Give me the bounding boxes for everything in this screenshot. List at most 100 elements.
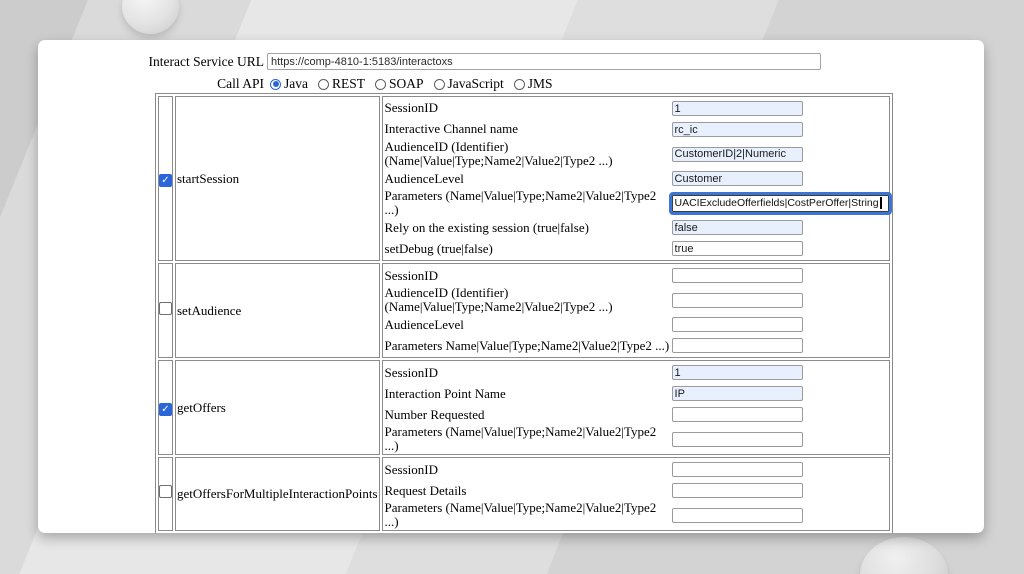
param-label: Number Requested (384, 406, 485, 422)
app-card: Interact Service URL Call API Java REST SO… (38, 40, 984, 533)
method-row: setAudience SessionID AudienceID (Identifi… (158, 263, 890, 359)
param-line: Rely on the existing session (true|false… (385, 217, 889, 238)
sphere-bottom-decoration (860, 537, 948, 574)
method-checkbox-cell (158, 263, 173, 359)
method-row: getOffersForMultipleInteractionPoints Ses… (158, 457, 890, 532)
call-api-row: Call API Java REST SOAP JavaScript JMS (38, 76, 563, 92)
param-label: setDebug (true|false) (384, 240, 493, 256)
param-input[interactable] (671, 122, 803, 137)
api-methods-table: ✓startSessionSessionIDInteractive Channe… (155, 93, 893, 533)
radio-option-soap[interactable]: SOAP (375, 76, 424, 92)
call-api-label: Call API (217, 76, 264, 91)
radio-option-jms[interactable]: JMS (513, 76, 553, 92)
param-line: AudienceID (Identifier) (Name|Value|Type… (385, 286, 889, 314)
param-line: Parameters (Name|Value|Type;Name2|Value2… (384, 188, 892, 218)
param-input[interactable] (671, 171, 803, 187)
method-row: ✓startSessionSessionID Interactive Channe… (158, 96, 892, 262)
sphere-top-decoration (122, 0, 179, 34)
param-line: SessionID (385, 362, 889, 383)
radio-option-javascript[interactable]: JavaScript (433, 76, 504, 92)
param-line: Interaction Point Name (385, 383, 889, 404)
param-input[interactable] (671, 241, 803, 257)
param-input[interactable] (671, 431, 803, 447)
radio-icon (513, 78, 525, 90)
param-input-focused[interactable]: UACIExcludeOfferfields|CostPerOffer|Stri… (668, 191, 892, 215)
radio-label: JavaScript (447, 76, 504, 91)
service-url-input[interactable] (267, 53, 821, 70)
param-label: Parameters (Name|Value|Type;Name2|Value2… (384, 424, 657, 454)
param-label: SessionID (384, 364, 438, 380)
param-line: Request Details (385, 480, 889, 501)
radio-label: REST (332, 76, 366, 91)
param-input[interactable] (671, 317, 803, 333)
param-input[interactable] (671, 365, 803, 381)
method-checkbox[interactable] (159, 485, 172, 499)
method-name: startSession (175, 96, 380, 262)
param-label: Parameters (Name|Value|Type;Name2|Value2… (384, 188, 657, 218)
text-caret-icon (879, 197, 882, 210)
method-params-cell: SessionID Request Details Parameters (Name… (381, 457, 890, 532)
radio-icon (433, 78, 445, 90)
param-line: Number Requested (385, 404, 889, 425)
param-label: AudienceID (Identifier) (Name|Value|Type… (384, 139, 613, 169)
service-url-label: Interact Service URL (148, 53, 264, 69)
param-line: SessionID (385, 459, 889, 480)
radio-label: Java (284, 76, 308, 91)
method-checkbox[interactable]: ✓ (159, 173, 172, 187)
param-input[interactable] (671, 386, 803, 402)
method-checkbox-cell: ✓ (158, 96, 173, 262)
param-line: Interactive Channel name (385, 119, 889, 140)
radio-option-rest[interactable]: REST (318, 76, 365, 92)
radio-label: JMS (527, 76, 553, 91)
param-input[interactable] (671, 338, 803, 354)
method-params-cell: SessionID AudienceID (Identifier) (Name|V… (381, 263, 890, 359)
method-params-cell: SessionID Interaction Point Name Number Re… (381, 360, 890, 456)
param-line: setDebug (true|false) (385, 238, 889, 259)
radio-icon (318, 78, 329, 90)
param-input[interactable] (671, 507, 803, 523)
param-label: Interactive Channel name (384, 121, 519, 137)
param-label: Parameters Name|Value|Type;Name2|Value2|… (384, 337, 670, 353)
param-line: AudienceID (Identifier) (Name|Value|Type… (384, 139, 889, 169)
param-label: AudienceID (Identifier) (Name|Value|Type… (384, 285, 613, 315)
call-api-options: Java REST SOAP JavaScript JMS (270, 76, 563, 92)
service-url-row: Interact Service URL (38, 53, 821, 70)
param-line: AudienceLevel (385, 314, 889, 335)
param-input[interactable] (671, 462, 803, 478)
param-label: SessionID (384, 100, 438, 116)
radio-label: SOAP (389, 76, 424, 91)
method-checkbox[interactable] (159, 301, 172, 315)
radio-option-java[interactable]: Java (270, 76, 308, 92)
param-label: AudienceLevel (384, 170, 464, 186)
param-label: Request Details (384, 482, 467, 498)
param-input[interactable] (671, 292, 803, 308)
method-row: ✓getOffersSessionID Interaction Point Nam… (158, 360, 890, 456)
param-line: Parameters (Name|Value|Type;Name2|Value2… (385, 425, 889, 453)
param-label: SessionID (384, 267, 438, 283)
param-input[interactable] (671, 101, 803, 116)
param-input-text: UACIExcludeOfferfields|CostPerOffer|Stri… (674, 197, 879, 210)
param-label: Interaction Point Name (384, 385, 506, 401)
param-label: SessionID (384, 461, 438, 477)
param-input[interactable] (671, 220, 803, 236)
param-input[interactable] (671, 268, 803, 284)
param-line: SessionID (385, 98, 889, 119)
param-label: Rely on the existing session (true|false… (384, 219, 589, 235)
param-line: Parameters (Name|Value|Type;Name2|Value2… (385, 501, 889, 529)
method-checkbox[interactable]: ✓ (159, 402, 172, 416)
radio-icon (270, 78, 281, 90)
param-label: AudienceLevel (384, 316, 464, 332)
radio-icon (375, 78, 387, 90)
param-line: AudienceLevel (385, 168, 889, 189)
param-label: Parameters (Name|Value|Type;Name2|Value2… (384, 500, 657, 530)
method-name: setAudience (175, 263, 380, 359)
method-name: getOffersForMultipleInteractionPoints (175, 457, 380, 532)
param-input[interactable] (671, 483, 803, 499)
param-line: SessionID (385, 265, 889, 286)
method-name: getOffers (175, 360, 380, 456)
param-input[interactable] (671, 407, 803, 423)
method-params-cell: SessionID Interactive Channel name Audienc… (381, 96, 892, 262)
param-line: Parameters Name|Value|Type;Name2|Value2|… (385, 335, 889, 356)
method-checkbox-cell (158, 457, 173, 532)
param-input[interactable] (671, 146, 803, 162)
